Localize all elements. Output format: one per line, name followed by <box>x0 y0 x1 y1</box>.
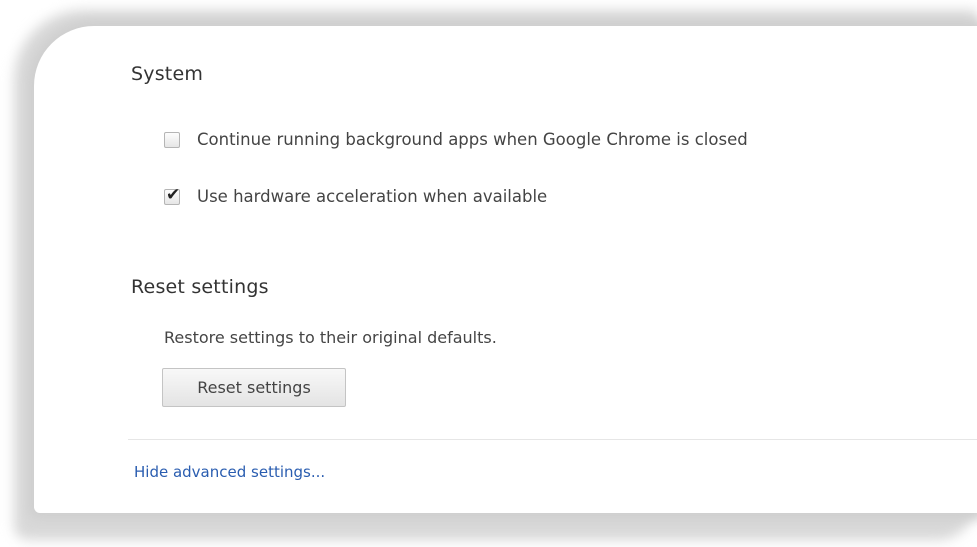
settings-window: System Continue running background apps … <box>0 0 977 547</box>
background-apps-checkbox[interactable] <box>164 131 180 148</box>
option-hardware-acceleration[interactable]: ✔ Use hardware acceleration when availab… <box>164 185 548 206</box>
hide-advanced-settings-link[interactable]: Hide advanced settings... <box>134 463 325 481</box>
settings-panel <box>40 44 977 494</box>
system-section-title: System <box>131 63 204 85</box>
hardware-acceleration-checkbox[interactable]: ✔ <box>164 185 180 205</box>
option-background-apps-label: Continue running background apps when Go… <box>197 130 748 149</box>
option-background-apps[interactable]: Continue running background apps when Go… <box>164 130 748 149</box>
option-hardware-acceleration-label: Use hardware acceleration when available <box>197 187 548 206</box>
divider <box>128 439 977 440</box>
reset-section-title: Reset settings <box>131 276 269 298</box>
reset-description: Restore settings to their original defau… <box>164 328 497 347</box>
reset-settings-button[interactable]: Reset settings <box>162 368 346 407</box>
checkmark-icon: ✔ <box>166 184 181 205</box>
